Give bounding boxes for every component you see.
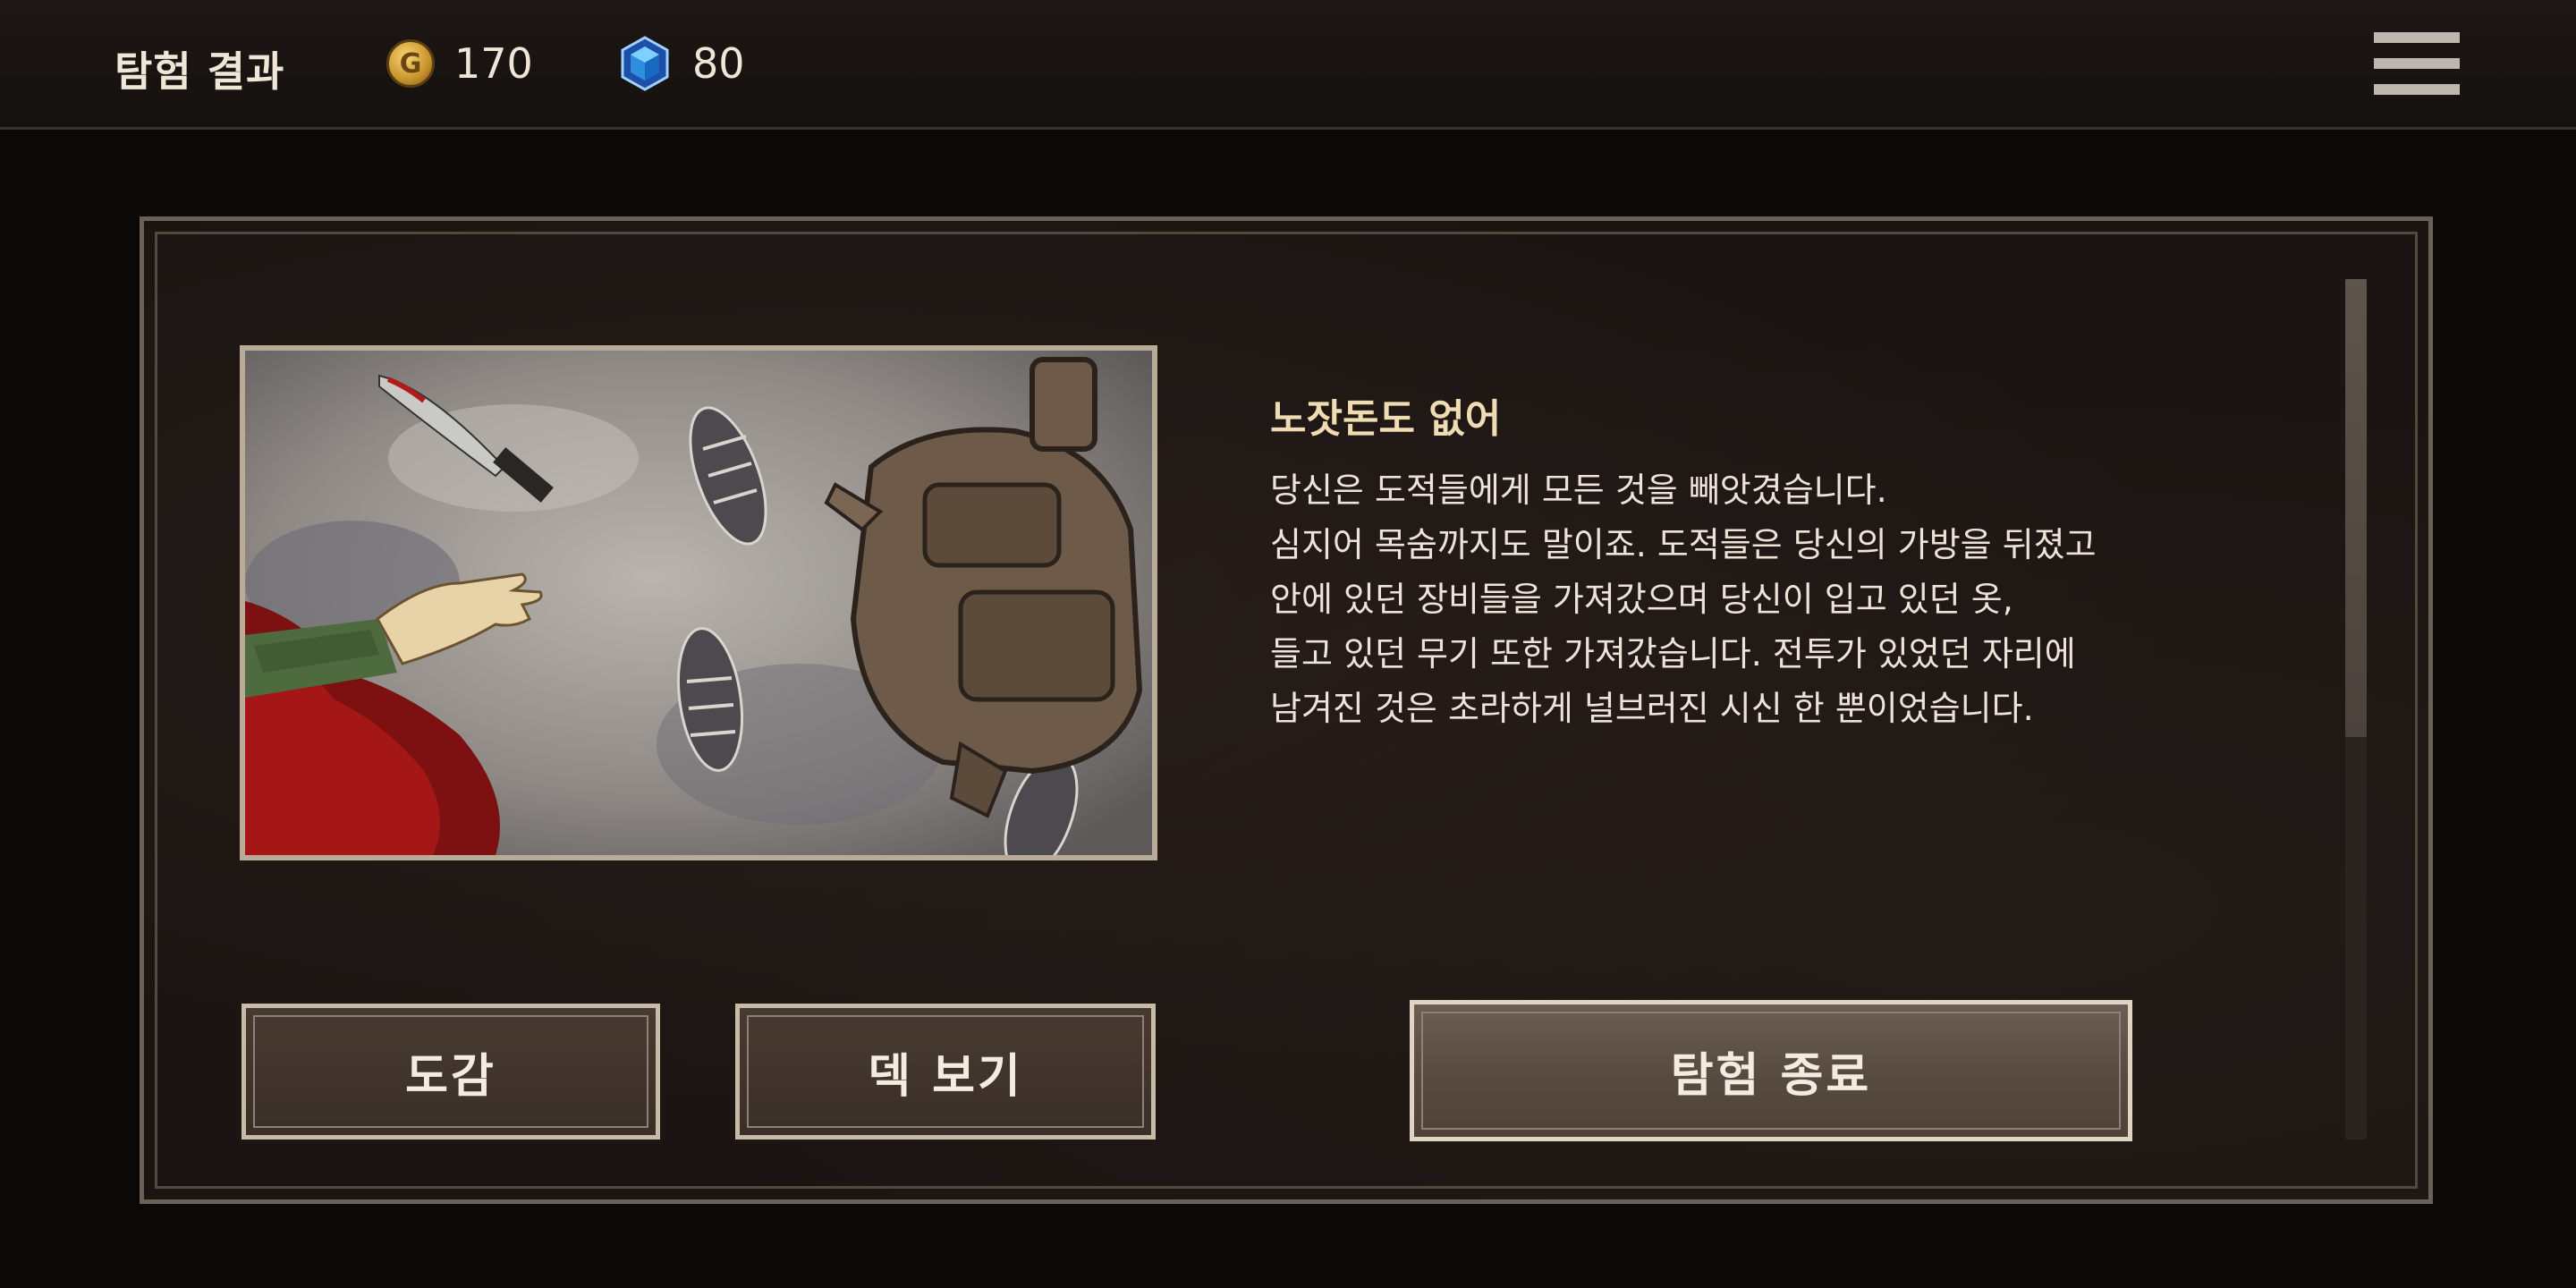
end-expedition-button[interactable]: 탐험 종료 (1410, 1000, 2132, 1141)
event-line: 남겨진 것은 초라하게 널브러진 시신 한 뿐이었습니다. (1270, 689, 2034, 728)
event-line: 당신은 도적들에게 모든 것을 빼앗겼습니다. (1270, 470, 1887, 510)
event-title: 노잣돈도 없어 (1270, 396, 1502, 442)
blue-gem-icon (621, 36, 669, 91)
event-line: 안에 있던 장비들을 가져갔으며 당신이 입고 있던 옷, (1270, 580, 2013, 619)
gold-coin-icon: G (386, 39, 435, 88)
gold-amount: 170 (454, 39, 533, 88)
gold-counter: G 170 (386, 36, 533, 91)
top-bar: 탐험 결과 G 170 80 (0, 0, 2576, 130)
event-line: 들고 있던 무기 또한 가져갔습니다. 전투가 있었던 자리에 (1270, 634, 2076, 674)
event-illustration (240, 345, 1157, 860)
event-description: 당신은 도적들에게 모든 것을 빼앗겼습니다. 심지어 목숨까지도 말이죠. 도… (1270, 463, 2326, 736)
end-expedition-button-label: 탐험 종료 (1670, 1048, 1872, 1103)
view-deck-button-label: 덱 보기 (868, 1049, 1023, 1104)
collection-button[interactable]: 도감 (242, 1004, 660, 1140)
collection-button-label: 도감 (405, 1049, 496, 1104)
view-deck-button[interactable]: 덱 보기 (735, 1004, 1156, 1140)
scroll-thumb[interactable] (2345, 279, 2367, 737)
event-line: 심지어 목숨까지도 말이죠. 도적들은 당신의 가방을 뒤졌고 (1270, 525, 2097, 564)
hamburger-menu-icon[interactable] (2374, 32, 2460, 95)
screen-title: 탐험 결과 (114, 47, 285, 96)
bloody-knife-backpack-footprints-illustration (245, 351, 1152, 855)
gem-amount: 80 (692, 39, 745, 88)
text-scrollbar[interactable] (2345, 279, 2367, 1140)
gem-counter: 80 (617, 36, 745, 91)
